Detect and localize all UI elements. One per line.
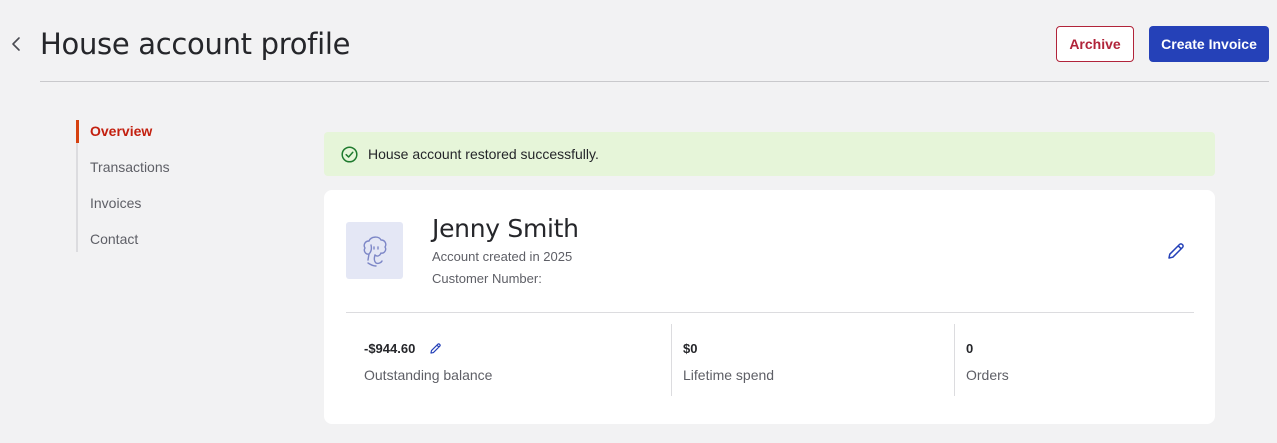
- orders-value: 0: [966, 341, 974, 356]
- stat-lifetime-spend: $0 Lifetime spend: [671, 324, 966, 396]
- sidebar-item-invoices[interactable]: Invoices: [76, 185, 276, 221]
- edit-profile-button[interactable]: [1165, 240, 1187, 262]
- edit-balance-button[interactable]: [429, 342, 442, 355]
- person-placeholder-icon: [363, 235, 386, 267]
- page-header: House account profile Archive Create Inv…: [0, 0, 1277, 82]
- header-divider: [40, 81, 1269, 82]
- outstanding-balance-label: Outstanding balance: [364, 367, 493, 383]
- pencil-icon: [430, 343, 442, 354]
- archive-button[interactable]: Archive: [1056, 26, 1134, 62]
- stat-value-row: -$944.60: [364, 341, 442, 356]
- outstanding-balance-value: -$944.60: [364, 341, 416, 356]
- back-button[interactable]: [6, 32, 26, 56]
- sidebar-item-transactions[interactable]: Transactions: [76, 149, 276, 185]
- sidebar-nav: Overview Transactions Invoices Contact: [76, 113, 276, 257]
- stat-outstanding-balance: -$944.60 Outstanding balance: [364, 324, 669, 396]
- sidebar-item-overview[interactable]: Overview: [76, 113, 276, 149]
- pencil-icon: [1168, 243, 1184, 259]
- profile-card: Jenny Smith Account created in 2025 Cust…: [324, 190, 1215, 424]
- orders-label: Orders: [966, 367, 1009, 383]
- alert-message: House account restored successfully.: [368, 146, 599, 162]
- avatar: [346, 222, 403, 279]
- card-divider: [346, 312, 1194, 313]
- lifetime-spend-value: $0: [683, 341, 698, 356]
- customer-number-text: Customer Number:: [432, 271, 542, 286]
- sidebar-item-contact[interactable]: Contact: [76, 221, 276, 257]
- customer-name: Jenny Smith: [432, 214, 579, 243]
- create-invoice-button[interactable]: Create Invoice: [1149, 26, 1269, 62]
- stat-orders: 0 Orders: [954, 324, 1206, 396]
- check-circle-icon: [341, 145, 358, 163]
- success-alert: House account restored successfully.: [324, 132, 1215, 176]
- lifetime-spend-label: Lifetime spend: [683, 367, 775, 383]
- page-title: House account profile: [40, 27, 351, 61]
- account-created-text: Account created in 2025: [432, 249, 573, 264]
- chevron-left-icon: [12, 37, 20, 51]
